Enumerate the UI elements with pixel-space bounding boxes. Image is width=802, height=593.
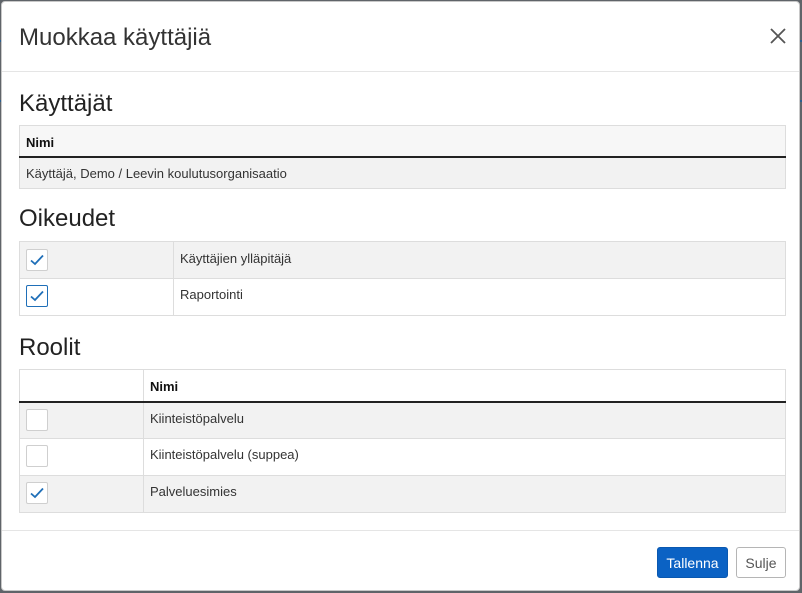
table-row: Palveluesimies	[19, 475, 786, 513]
close-button[interactable]	[766, 24, 790, 48]
save-button[interactable]: Tallenna	[657, 547, 728, 578]
roles-section-title: Roolit	[19, 334, 81, 361]
role-label: Palveluesimies	[143, 475, 786, 513]
modal-header: Muokkaa käyttäjiä	[2, 2, 799, 72]
permission-label: Raportointi	[173, 278, 786, 316]
user-name-cell: Käyttäjä, Demo / Leevin koulutusorganisa…	[19, 156, 786, 189]
checkmark-icon	[30, 254, 44, 266]
role-checkbox-kiinteistopalvelu[interactable]	[26, 408, 48, 431]
table-row: Kiinteistöpalvelu	[19, 401, 786, 439]
checkmark-icon	[30, 487, 44, 499]
users-table: Nimi Käyttäjä, Demo / Leevin koulutusorg…	[19, 125, 786, 189]
checkbox-cell	[19, 401, 144, 439]
users-section-title: Käyttäjät	[19, 90, 113, 117]
checkbox-cell	[19, 475, 144, 513]
checkmark-icon	[30, 290, 44, 302]
roles-table-header: Nimi	[19, 369, 786, 403]
column-header-name: Nimi	[143, 369, 786, 403]
role-label: Kiinteistöpalvelu (suppea)	[143, 438, 786, 476]
close-icon	[770, 28, 786, 44]
permissions-section-title: Oikeudet	[19, 205, 116, 232]
permission-label: Käyttäjien ylläpitäjä	[173, 241, 786, 279]
table-row: Raportointi	[19, 278, 786, 316]
checkbox-cell	[19, 241, 174, 279]
table-row: Käyttäjä, Demo / Leevin koulutusorganisa…	[19, 156, 786, 189]
select-column-header	[19, 369, 144, 403]
modal-title: Muokkaa käyttäjiä	[19, 24, 212, 51]
table-row: Kiinteistöpalvelu (suppea)	[19, 438, 786, 476]
permission-checkbox-user-admin[interactable]	[26, 249, 48, 271]
role-checkbox-palveluesimies[interactable]	[26, 482, 48, 504]
roles-table: Nimi Kiinteistöpalvelu Kiinteistöpalvelu…	[19, 369, 786, 513]
permissions-table: Käyttäjien ylläpitäjä Raportointi	[19, 241, 786, 316]
checkbox-cell	[19, 438, 144, 476]
close-dialog-button[interactable]: Sulje	[736, 547, 786, 578]
table-row: Käyttäjien ylläpitäjä	[19, 241, 786, 279]
edit-users-modal: Muokkaa käyttäjiä Käyttäjät Nimi Käyttäj…	[1, 1, 800, 591]
permission-checkbox-reporting[interactable]	[26, 285, 48, 307]
column-header-name: Nimi	[19, 125, 786, 158]
checkbox-cell	[19, 278, 174, 316]
modal-footer: Tallenna Sulje	[2, 530, 799, 590]
users-table-header: Nimi	[19, 125, 786, 158]
role-checkbox-kiinteistopalvelu-suppea[interactable]	[26, 445, 48, 467]
role-label: Kiinteistöpalvelu	[143, 401, 786, 439]
